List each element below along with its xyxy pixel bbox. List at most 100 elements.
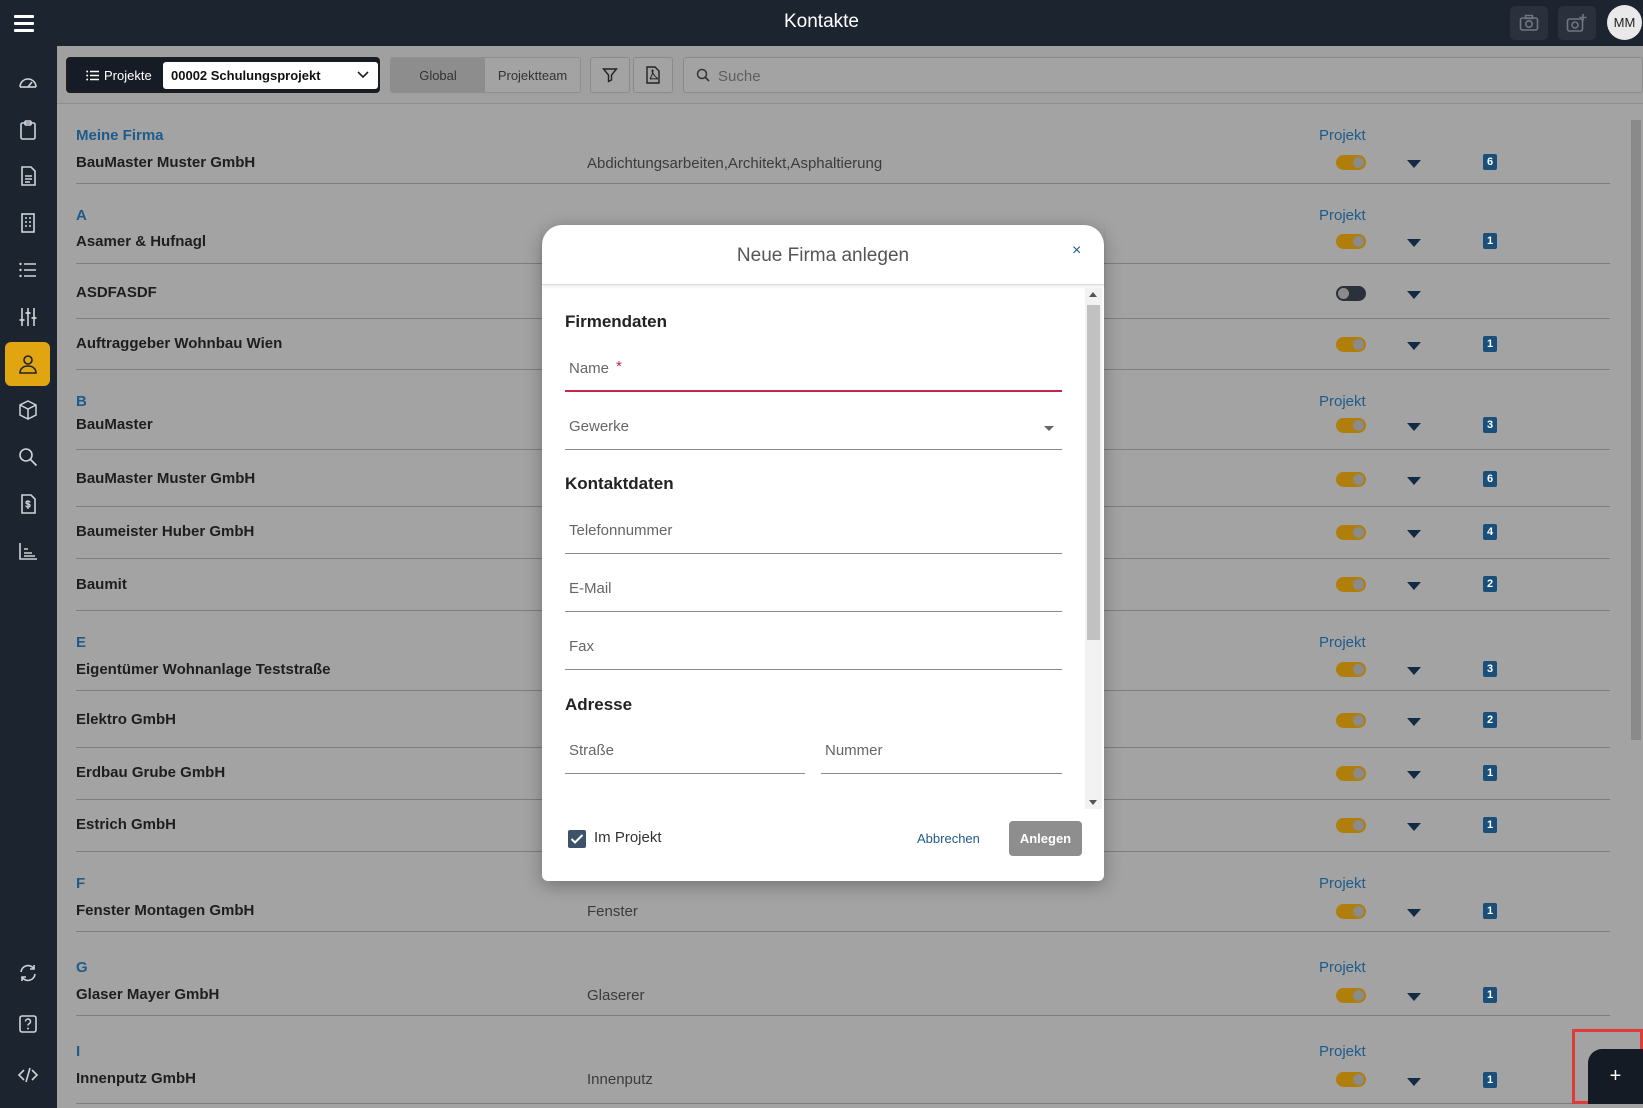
caret-down-icon[interactable] [1407,582,1421,590]
list-item[interactable]: Meine Firma BauMaster Muster GmbH Abdich… [76,104,1610,184]
in-project-toggle[interactable] [1336,662,1366,677]
scroll-up-icon[interactable] [1089,292,1097,297]
in-project-toggle[interactable] [1336,525,1366,540]
in-project-toggle[interactable] [1336,818,1366,833]
page-scrollbar[interactable] [1629,104,1643,1108]
caret-down-icon[interactable] [1407,239,1421,247]
filter-button[interactable] [590,57,630,93]
help-button[interactable] [5,1002,50,1046]
search-icon [696,68,710,82]
name-input[interactable] [569,360,1042,377]
avatar[interactable]: MM [1607,5,1642,40]
in-project-toggle[interactable] [1336,472,1366,487]
developer-button[interactable] [5,1053,50,1097]
list-item[interactable]: I Innenputz GmbH Innenputz Projekt 1 [76,1016,1610,1104]
tab-global[interactable]: Global [391,58,485,92]
sidebar-item-list[interactable] [5,248,50,292]
in-project-toggle[interactable] [1336,988,1366,1003]
company-name: Fenster Montagen GmbH [76,902,255,919]
count-badge: 1 [1483,987,1497,1003]
list-item[interactable]: G Glaser Mayer GmbH Glaserer Projekt 1 [76,932,1610,1016]
add-company-button[interactable]: + [1588,1049,1643,1104]
company-name: ASDFASDF [76,284,157,301]
projects-label-text: Projekte [104,68,152,83]
caret-down-icon[interactable] [1407,423,1421,431]
sidebar-item-buildings[interactable] [5,201,50,245]
projects-label[interactable]: Projekte [86,68,152,83]
in-project-toggle[interactable] [1336,286,1366,301]
sliders-icon [19,308,36,326]
in-project-toggle[interactable] [1336,155,1366,170]
phone-input[interactable] [569,522,1042,539]
caret-down-icon[interactable] [1407,771,1421,779]
in-project-toggle[interactable] [1336,577,1366,592]
in-project-toggle[interactable] [1336,766,1366,781]
sidebar-item-documents[interactable] [5,154,50,198]
caret-down-icon[interactable] [1407,342,1421,350]
sidebar-item-tasks[interactable] [5,108,50,152]
sidebar-item-settings[interactable] [5,295,50,339]
clipboard-icon [19,120,36,140]
camera-button[interactable] [1510,6,1548,40]
section-header: A [76,207,87,224]
dialog-body: Firmendaten * Kontaktdaten Adresse [542,286,1104,811]
dropdown-arrow-icon[interactable] [1044,426,1054,431]
project-dropdown[interactable]: 00002 Schulungsprojekt [163,62,378,89]
list-icon [18,262,36,278]
in-project-toggle[interactable] [1336,904,1366,919]
in-project-toggle[interactable] [1336,713,1366,728]
sidebar-item-reports[interactable] [5,529,50,573]
sidebar-item-invoices[interactable] [5,482,50,526]
caret-down-icon[interactable] [1407,909,1421,917]
pdf-export-button[interactable] [633,57,673,93]
street-field[interactable] [565,738,805,774]
close-icon[interactable]: × [1072,242,1081,260]
email-field[interactable] [565,576,1062,612]
scroll-down-icon[interactable] [1089,800,1097,805]
caret-down-icon[interactable] [1407,718,1421,726]
scrollbar-thumb[interactable] [1631,120,1641,740]
caret-down-icon[interactable] [1407,477,1421,485]
caret-down-icon[interactable] [1407,291,1421,299]
company-name: Estrich GmbH [76,816,177,833]
sync-button[interactable] [5,951,50,995]
chart-icon [18,543,37,560]
in-project-toggle[interactable] [1336,337,1366,352]
cancel-button[interactable]: Abbrechen [917,831,980,846]
caret-down-icon[interactable] [1407,530,1421,538]
caret-down-icon[interactable] [1407,667,1421,675]
name-field[interactable]: * [565,356,1062,392]
phone-field[interactable] [565,518,1062,554]
sidebar-item-packages[interactable] [5,388,50,432]
fax-field[interactable] [565,634,1062,670]
sidebar-item-dashboard[interactable] [5,61,50,105]
in-project-toggle[interactable] [1336,1072,1366,1087]
caret-down-icon[interactable] [1407,823,1421,831]
sidebar-item-contacts[interactable] [5,342,50,386]
house-number-field[interactable] [821,738,1062,774]
in-project-toggle[interactable] [1336,418,1366,433]
create-button[interactable]: Anlegen [1009,821,1082,856]
tab-projektteam[interactable]: Projektteam [485,58,580,92]
in-project-checkbox[interactable] [568,830,586,848]
fax-input[interactable] [569,638,1042,655]
count-badge: 6 [1483,471,1497,487]
caret-down-icon[interactable] [1407,160,1421,168]
email-input[interactable] [569,580,1042,597]
sidebar-item-search[interactable] [5,435,50,479]
caret-down-icon[interactable] [1407,993,1421,1001]
count-badge: 4 [1483,524,1497,540]
add-photo-button[interactable] [1558,6,1596,40]
dialog-scrollbar[interactable] [1085,288,1102,809]
count-badge: 6 [1483,154,1497,170]
house-number-input[interactable] [825,742,1054,759]
checkmark-icon [570,834,584,844]
in-project-toggle[interactable] [1336,234,1366,249]
caret-down-icon[interactable] [1407,1078,1421,1086]
search-input[interactable] [718,64,1318,88]
scrollbar-thumb[interactable] [1087,305,1100,640]
sidebar [0,46,57,1108]
trades-select[interactable] [565,414,1062,450]
trades-input[interactable] [569,418,1042,435]
street-input[interactable] [569,742,797,759]
